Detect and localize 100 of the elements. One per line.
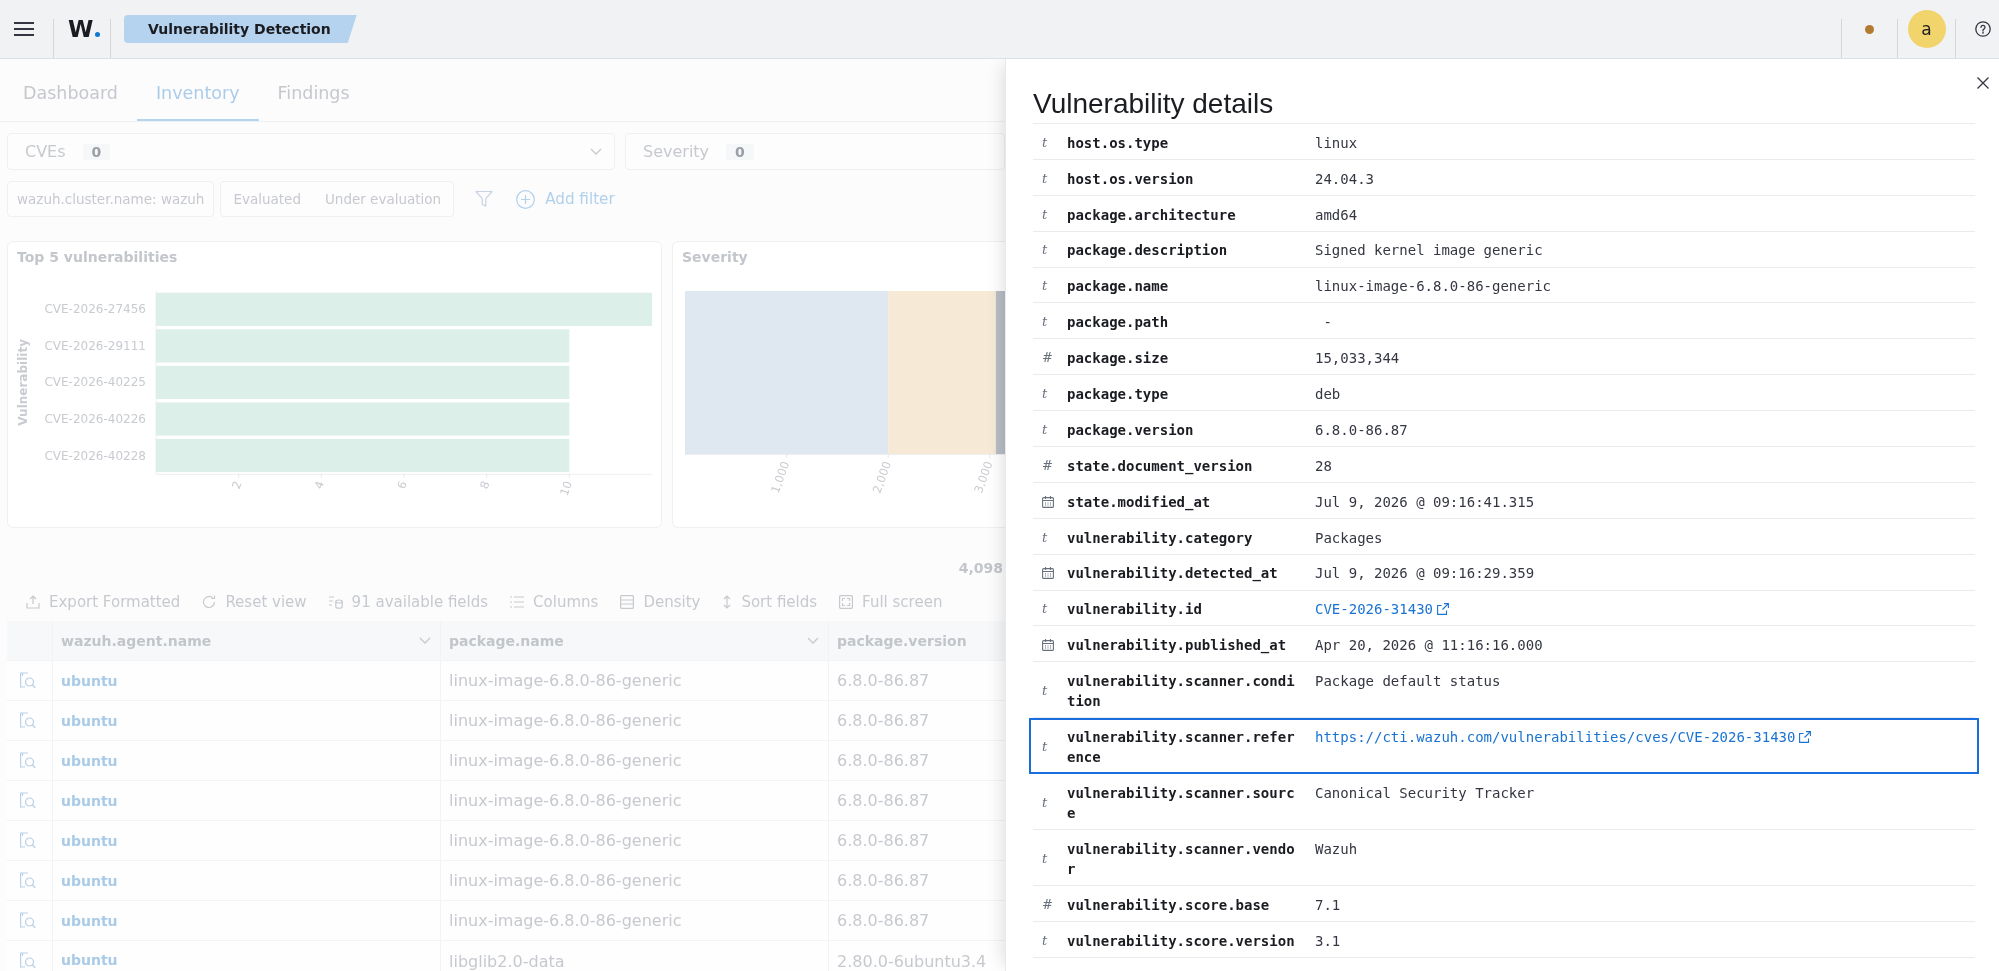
refresh-icon [202,595,217,609]
field-name: vulnerability.category [1067,528,1253,548]
count-badge: 0 [726,143,754,160]
table-link[interactable]: ubuntu [61,872,118,889]
field-value: Jul 9, 2026 @ 09:16:29.359 [1315,564,1535,584]
document-search-icon [19,952,36,969]
status-dot-icon [1865,24,1874,34]
field-value: - [1322,313,1332,333]
value-link[interactable]: https://cti.wazuh.com/vulnerabilities/cves/CVE-2026-31430 [1315,727,1812,748]
table-cell-text: 6.8.0-86.87 [836,870,931,892]
table-cell-text: 6.8.0-86.87 [836,790,931,812]
external-link-icon [1437,603,1449,616]
field-name: package.name [1067,277,1169,297]
field-name: vulnerability.detected_at [1067,564,1278,584]
field-type-token: t [1042,134,1048,151]
table-cell-text: 6.8.0-86.87 [836,750,931,772]
document-search-icon [19,912,36,929]
field-name: package.description [1067,241,1228,261]
table-cell: libglib2.0-data [441,941,829,971]
field-type-token: t [1042,421,1048,438]
field-value: Wazuh [1315,839,1358,859]
inspect-button[interactable] [19,912,36,929]
field-type-token: t [1042,170,1048,187]
field-value: amd64 [1315,205,1358,225]
table-link[interactable]: ubuntu [61,752,118,769]
field-type-token: t [1042,242,1048,259]
table-cell: linux-image-6.8.0-86-generic [441,901,829,940]
inspect-button[interactable] [19,752,36,769]
field-type-token: t [1042,932,1048,949]
filter-button[interactable] [475,190,494,208]
field-type-token: t [1042,850,1048,867]
table-cell-text: 6.8.0-86.87 [836,910,931,932]
field-type-token: t [1042,683,1048,700]
document-search-icon [19,672,36,689]
table-cell-text: 6.8.0-86.87 [836,670,931,692]
field-name: host.os.version [1067,169,1194,189]
inspect-button[interactable] [19,712,36,729]
field-value: 15,033,344 [1315,349,1400,369]
field-value: linux-image-6.8.0-86-generic [1315,277,1551,297]
field-name: state.document_version [1067,456,1253,476]
upload-icon [26,595,40,609]
help-button[interactable] [1975,21,1991,37]
field-name: package.version [1067,420,1194,440]
field-name: vulnerability.score.base [1067,895,1270,915]
add-filter-button[interactable]: Add filter [516,189,615,209]
field-value: Canonical Security Tracker [1315,783,1535,803]
field-type-token: t [1042,314,1048,331]
inspect-button[interactable] [19,952,36,969]
table-cell-text: 6.8.0-86.87 [836,710,931,732]
field-value: 28 [1315,456,1332,476]
inspect-button[interactable] [19,792,36,809]
field-value: 6.8.0-86.87 [1315,420,1408,440]
field-name: vulnerability.scanner.condition [1067,672,1295,712]
field-name: package.architecture [1067,205,1236,225]
fullscreen-icon [839,595,854,609]
table-cell: linux-image-6.8.0-86-generic [441,741,829,780]
field-type-token: # [1042,350,1053,367]
field-value: Packages [1315,528,1383,548]
table-link[interactable]: ubuntu [61,672,118,689]
field-type-token: t [1042,529,1048,546]
field-name: state.modified_at [1067,492,1211,512]
field-type-token: t [1042,206,1048,223]
calendar-icon [1042,495,1054,508]
calendar-icon [1042,567,1054,580]
menu-icon [14,22,34,36]
table-link[interactable]: ubuntu [61,712,118,729]
tab[interactable]: Inventory [136,67,259,121]
table-cell-text: 2.80.0-6ubuntu3.4 [836,951,988,971]
field-value: 7.1 [1315,895,1341,915]
table-cell: linux-image-6.8.0-86-generic [441,861,829,900]
field-name: vulnerability.id [1067,600,1202,620]
plus-circle-icon [516,189,536,209]
table-link[interactable]: ubuntu [61,832,118,849]
table-link[interactable]: ubuntu [61,952,118,968]
field-value: linux [1315,133,1358,153]
field-type-token: t [1042,739,1048,756]
field-value: Apr 20, 2026 @ 11:16:16.000 [1315,636,1543,656]
table-cell: linux-image-6.8.0-86-generic [441,821,829,860]
inspect-button[interactable] [19,672,36,689]
value-link[interactable]: CVE-2026-31430 [1315,599,1449,620]
avatar[interactable]: a [1907,10,1946,48]
table-link[interactable]: ubuntu [61,912,118,929]
field-value: 3.1 [1315,931,1341,951]
field-value: Signed kernel image generic [1315,241,1543,261]
document-search-icon [19,832,36,849]
field-value: deb [1315,385,1341,405]
close-icon [1977,77,1989,89]
field-name: package.path [1067,313,1169,333]
calendar-icon [1042,639,1054,652]
field-type-token: t [1042,386,1048,403]
inspect-button[interactable] [19,872,36,889]
field-name: vulnerability.scanner.source [1067,783,1295,823]
field-name: vulnerability.score.version [1067,931,1295,951]
help-icon [1975,21,1991,37]
field-value: 24.04.3 [1315,169,1374,189]
field-name: vulnerability.scanner.reference [1067,728,1295,768]
inspect-button[interactable] [19,832,36,849]
table-link[interactable]: ubuntu [61,792,118,809]
document-search-icon [19,712,36,729]
breadcrumb[interactable]: Vulnerability Detection [124,15,357,43]
